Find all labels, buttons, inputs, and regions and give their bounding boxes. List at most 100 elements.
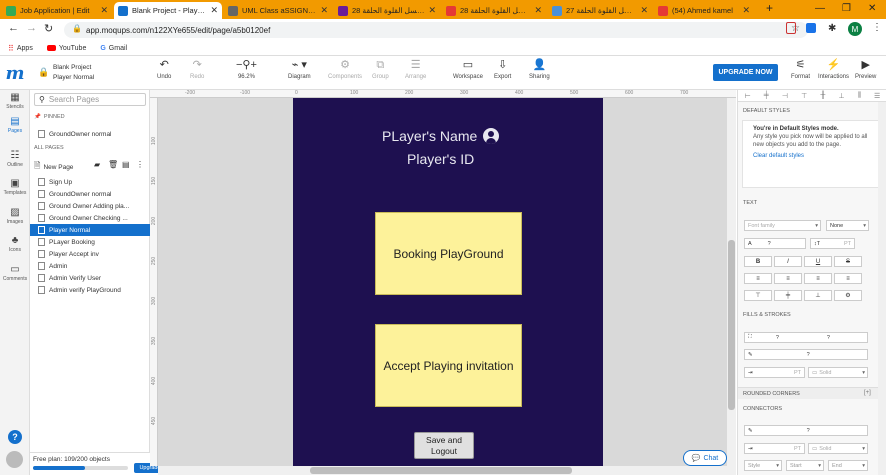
browser-tab[interactable]: مسلسل القلوة الحلقة 28✕ (334, 2, 440, 19)
connector-color-field[interactable]: ✎? (744, 425, 868, 436)
fill-color-field[interactable]: ⛶?? (744, 332, 868, 343)
valign-middle-button[interactable]: ╪ (774, 290, 802, 301)
page-item[interactable]: Admin Verify User (30, 272, 150, 284)
italic-button[interactable]: I (774, 256, 802, 267)
page-item-selected[interactable]: Player Normal (30, 224, 150, 236)
browser-tab[interactable]: مسلسل القلوة الحلقة 27 ✕ (548, 2, 652, 19)
expand-icon[interactable]: [+] (864, 390, 871, 396)
close-icon[interactable]: ✕ (210, 5, 218, 16)
pinned-page-item[interactable]: GroundOwner normal (30, 128, 150, 140)
duplicate-icon[interactable]: ▤ (122, 160, 130, 169)
page-item[interactable]: Admin verify PlayGround (30, 284, 150, 296)
align-middle-icon[interactable]: ╫ (820, 92, 825, 99)
browser-tab[interactable]: مسلسل القلوة الحلقة 28✕ (442, 2, 546, 19)
connector-start-select[interactable]: Start ▾ (786, 460, 824, 471)
text-align-justify-button[interactable]: ≡ (834, 273, 862, 284)
reload-icon[interactable]: ↻ (44, 22, 53, 35)
preview-button[interactable]: ▶ Preview (855, 60, 876, 81)
valign-top-button[interactable]: ⊤ (744, 290, 772, 301)
icons-button[interactable]: ♣ Icons (0, 235, 30, 253)
templates-button[interactable]: ▣ Templates (0, 178, 30, 196)
clear-default-styles-link[interactable]: Clear default styles (753, 152, 871, 160)
browser-tab[interactable]: UML Class aSSIGNMEN ✕ (224, 2, 332, 19)
upgrade-now-button[interactable]: UPGRADE NOW (713, 64, 778, 81)
pages-button[interactable]: ▤ Pages (0, 116, 30, 134)
forward-icon[interactable]: → (26, 22, 37, 34)
close-icon[interactable]: ✕ (742, 5, 750, 16)
connector-style-select[interactable]: ▭ Solid ▾ (808, 443, 868, 454)
page-item[interactable]: Admin (30, 260, 150, 272)
zoom-control[interactable]: −⚲+ 96.2% (236, 60, 257, 81)
text-settings-button[interactable]: ⚙ (834, 290, 862, 301)
save-logout-button[interactable]: Save and Logout (414, 432, 474, 459)
search-pages-input[interactable]: ⚲ Search Pages (34, 93, 146, 106)
booking-playground-card[interactable]: Booking PlayGround (375, 212, 522, 295)
menu-kebab-icon[interactable]: ⋮ (872, 22, 882, 33)
window-close-icon[interactable]: ✕ (868, 3, 876, 14)
distribute-h-icon[interactable]: ⫼ (858, 92, 861, 100)
align-left-icon[interactable]: ⊢ (745, 92, 751, 100)
comments-button[interactable]: ▭ Comments (0, 264, 30, 282)
project-title[interactable]: Blank Project (53, 64, 91, 71)
text-align-center-button[interactable]: ≡ (774, 273, 802, 284)
extension-icon[interactable] (806, 23, 816, 33)
underline-button[interactable]: U (804, 256, 832, 267)
close-icon[interactable]: ✕ (320, 5, 328, 16)
distribute-v-icon[interactable]: ☰ (874, 92, 880, 100)
font-size-field[interactable]: A? (744, 238, 806, 249)
align-right-icon[interactable]: ⊣ (782, 92, 788, 100)
maximize-icon[interactable]: ❐ (842, 3, 851, 14)
stroke-style-select[interactable]: ▭ Solid ▾ (808, 367, 868, 378)
browser-tab[interactable]: (54) Ahmed kamel ✕ (654, 2, 754, 19)
avatar[interactable] (6, 451, 23, 468)
connector-type-select[interactable]: Style ▾ (744, 460, 782, 471)
delete-icon[interactable]: 🗑 (108, 160, 118, 169)
url-field[interactable]: 🔒 app.moqups.com/n122XYe655/edit/page/a5… (64, 22, 808, 38)
stroke-color-field[interactable]: ✎? (744, 349, 868, 360)
line-height-field[interactable]: ↕T PT (810, 238, 855, 249)
align-bottom-icon[interactable]: ⊥ (838, 92, 844, 100)
chat-button[interactable]: 💬 Chat (683, 450, 727, 466)
sharing-button[interactable]: 👤 Sharing (529, 60, 550, 81)
strikethrough-button[interactable]: S (834, 256, 862, 267)
arrange-button[interactable]: ☰ Arrange (405, 60, 426, 81)
vertical-scroll-thumb[interactable] (728, 240, 735, 410)
new-tab-button[interactable]: + (766, 1, 773, 15)
more-icon[interactable]: ⋮ (136, 160, 144, 169)
stroke-width-field[interactable]: ⇥ PT (744, 367, 805, 378)
page-item[interactable]: Player Accept inv (30, 248, 150, 260)
workspace-button[interactable]: ▭ Workspace (453, 60, 483, 81)
page-item[interactable]: Sign Up (30, 176, 150, 188)
rounded-corners-row[interactable]: ROUNDED CORNERS [+] (738, 387, 886, 399)
extension-icon[interactable] (786, 22, 796, 34)
panel-scrollbar[interactable] (878, 102, 886, 475)
font-family-select[interactable]: Font family ▾ (744, 220, 821, 231)
format-button[interactable]: ⚟ Format (791, 60, 810, 81)
puzzle-icon[interactable]: ✱ (828, 23, 836, 34)
images-button[interactable]: ▨ Images (0, 207, 30, 225)
align-center-icon[interactable]: ╪ (764, 92, 769, 99)
redo-button[interactable]: ↷ Redo (190, 60, 204, 81)
text-align-left-button[interactable]: ≡ (744, 273, 772, 284)
close-icon[interactable]: ✕ (100, 5, 108, 16)
page-item[interactable]: Ground Owner Checking ... (30, 212, 150, 224)
add-folder-icon[interactable]: ▰ (94, 160, 100, 169)
browser-tab[interactable]: Job Application | Edit ✕ (2, 2, 112, 19)
bookmark-apps[interactable]: ⠿ Apps (8, 44, 33, 53)
horizontal-scroll-thumb[interactable] (310, 467, 572, 474)
bookmark-gmail[interactable]: G Gmail (100, 45, 127, 52)
page-item[interactable]: PLayer Booking (30, 236, 150, 248)
align-top-icon[interactable]: ⊤ (801, 92, 807, 100)
close-icon[interactable]: ✕ (428, 5, 436, 16)
bold-button[interactable]: B (744, 256, 772, 267)
connector-end-select[interactable]: End ▾ (828, 460, 868, 471)
interactions-button[interactable]: ⚡ Interactions (818, 60, 849, 81)
page-item[interactable]: GroundOwner normal (30, 188, 150, 200)
browser-tab-active[interactable]: Blank Project - Player N ✕ (114, 2, 222, 19)
avatar[interactable]: M (848, 22, 862, 36)
close-icon[interactable]: ✕ (640, 5, 648, 16)
diagram-button[interactable]: ⌁ ▾ Diagram (288, 60, 311, 81)
new-page-button[interactable]: 🗎 New Page (34, 160, 73, 174)
stencils-button[interactable]: ▦ Stencils (0, 92, 30, 110)
bookmark-youtube[interactable]: YouTube (46, 45, 86, 52)
